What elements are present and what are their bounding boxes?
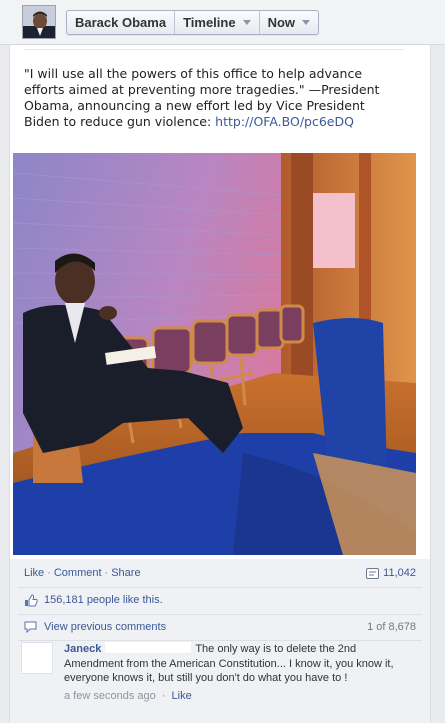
divider: [24, 49, 404, 50]
comment-author[interactable]: Janeck: [64, 643, 101, 655]
comment-item: Janeck The only way is to delete the 2nd …: [64, 642, 394, 703]
redacted-name: [105, 642, 192, 653]
photo-image: [13, 153, 416, 555]
profile-photo: [23, 6, 55, 38]
story-card: "I will use all the powers of this offic…: [9, 45, 431, 723]
separator-dot: ·: [104, 567, 109, 579]
action-links: Like · Comment · Share 11,042: [24, 565, 416, 581]
profile-name-button[interactable]: Barack Obama: [67, 11, 176, 34]
view-comments-row: View previous comments 1 of 8,678: [24, 618, 416, 636]
divider: [18, 614, 422, 615]
comment-bubble-icon: [24, 621, 37, 633]
profile-breadcrumb: Barack Obama Timeline Now: [66, 10, 320, 35]
share-count[interactable]: 11,042: [366, 567, 416, 579]
likes-row: 156,181 people like this.: [24, 591, 416, 609]
comment-count: 1 of 8,678: [367, 621, 416, 633]
comment-time: a few seconds ago: [64, 689, 156, 702]
separator-dot: ·: [47, 567, 51, 579]
thumbs-up-icon: [25, 593, 38, 606]
timeline-dropdown[interactable]: Timeline: [175, 11, 260, 34]
likes-count-link[interactable]: 156,181 people like this.: [44, 594, 163, 606]
separator-dot: ·: [161, 689, 166, 702]
divider: [18, 640, 422, 641]
view-previous-comments-link[interactable]: View previous comments: [44, 621, 166, 633]
comment-like-link[interactable]: Like: [172, 690, 192, 702]
post-photo[interactable]: [13, 153, 416, 555]
share-count-value: 11,042: [383, 567, 416, 579]
share-icon: [366, 567, 380, 579]
chevron-down-icon: [302, 20, 311, 25]
like-link[interactable]: Like: [24, 567, 44, 579]
divider: [18, 587, 422, 588]
profile-name-label: Barack Obama: [75, 15, 167, 30]
chevron-down-icon: [242, 20, 251, 25]
timeline-label: Timeline: [183, 15, 236, 30]
post-message: "I will use all the powers of this offic…: [24, 66, 402, 130]
now-dropdown[interactable]: Now: [260, 11, 318, 34]
comment-avatar[interactable]: [21, 642, 53, 674]
post-link[interactable]: http://OFA.BO/pc6eDQ: [215, 114, 354, 129]
profile-thumbnail[interactable]: [22, 5, 56, 39]
comment-meta: a few seconds ago · Like: [64, 689, 394, 704]
page-header: Barack Obama Timeline Now: [0, 0, 445, 45]
share-link[interactable]: Share: [111, 567, 140, 579]
comment-link[interactable]: Comment: [54, 567, 102, 579]
now-label: Now: [267, 15, 296, 30]
